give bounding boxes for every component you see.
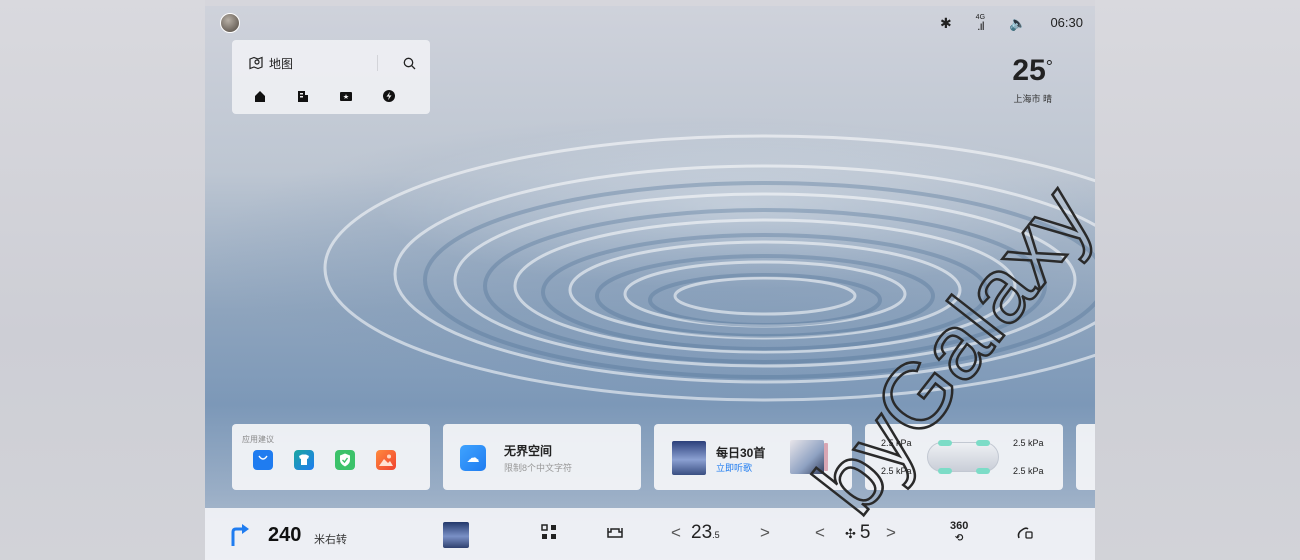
volume-icon[interactable]: 🔈	[1009, 15, 1026, 31]
app-suggestions-card: 应用建议	[232, 424, 430, 490]
temperature: 25°	[1012, 54, 1053, 87]
security-app-icon[interactable]	[335, 450, 355, 470]
now-playing-thumbnail[interactable]	[443, 522, 469, 548]
playlist-cover-image	[672, 441, 706, 475]
seat-icon[interactable]	[606, 524, 624, 540]
search-icon[interactable]	[403, 57, 416, 70]
map-icon	[249, 56, 263, 70]
user-avatar[interactable]	[220, 13, 240, 33]
bluetooth-icon: ✱	[939, 14, 952, 31]
company-icon[interactable]	[296, 89, 310, 103]
cloud-icon: ☁	[460, 445, 486, 471]
store-app-icon[interactable]	[253, 450, 273, 470]
left-margin	[0, 0, 205, 560]
watermark: byGalaxy	[800, 166, 1113, 533]
map-label: 地图	[269, 56, 294, 71]
navigation-distance: 240	[268, 524, 302, 546]
music-title: 每日30首	[716, 446, 766, 460]
theme-app-icon[interactable]	[294, 450, 314, 470]
favorite-folder-icon[interactable]	[339, 89, 353, 103]
listen-now-link[interactable]: 立即听歌	[716, 461, 752, 474]
gallery-app-icon[interactable]	[376, 450, 396, 470]
app-suggestions-title: 应用建议	[242, 435, 274, 444]
watermark-text: byGalaxy	[800, 167, 1112, 532]
weather-widget[interactable]: 25° 上海市 晴	[1012, 56, 1053, 105]
charging-icon[interactable]	[382, 89, 396, 103]
status-bar: ✱ 4G .ıl 🔈 06:30	[939, 14, 1083, 33]
cloud-space-title: 无界空间	[504, 444, 553, 458]
cloud-space-subtitle: 限制8个中文字符	[504, 463, 573, 473]
temp-decrease-chevron[interactable]: <	[671, 523, 681, 543]
navigation-instruction: 米右转	[314, 534, 347, 546]
cloud-space-card[interactable]: ☁ 无界空间 限制8个中文字符	[443, 424, 641, 490]
network-signal-icon: 4G .ıl	[975, 14, 986, 33]
map-widget[interactable]: 地图	[232, 40, 430, 114]
turn-right-icon	[231, 524, 249, 546]
clock: 06:30	[1050, 15, 1083, 30]
app-grid-icon[interactable]	[541, 524, 557, 540]
home-icon[interactable]	[253, 89, 267, 103]
climate-temperature: 23.5	[691, 522, 720, 543]
weather-location: 上海市 晴	[1013, 94, 1052, 104]
temp-increase-chevron[interactable]: >	[760, 523, 770, 543]
divider	[377, 55, 378, 71]
